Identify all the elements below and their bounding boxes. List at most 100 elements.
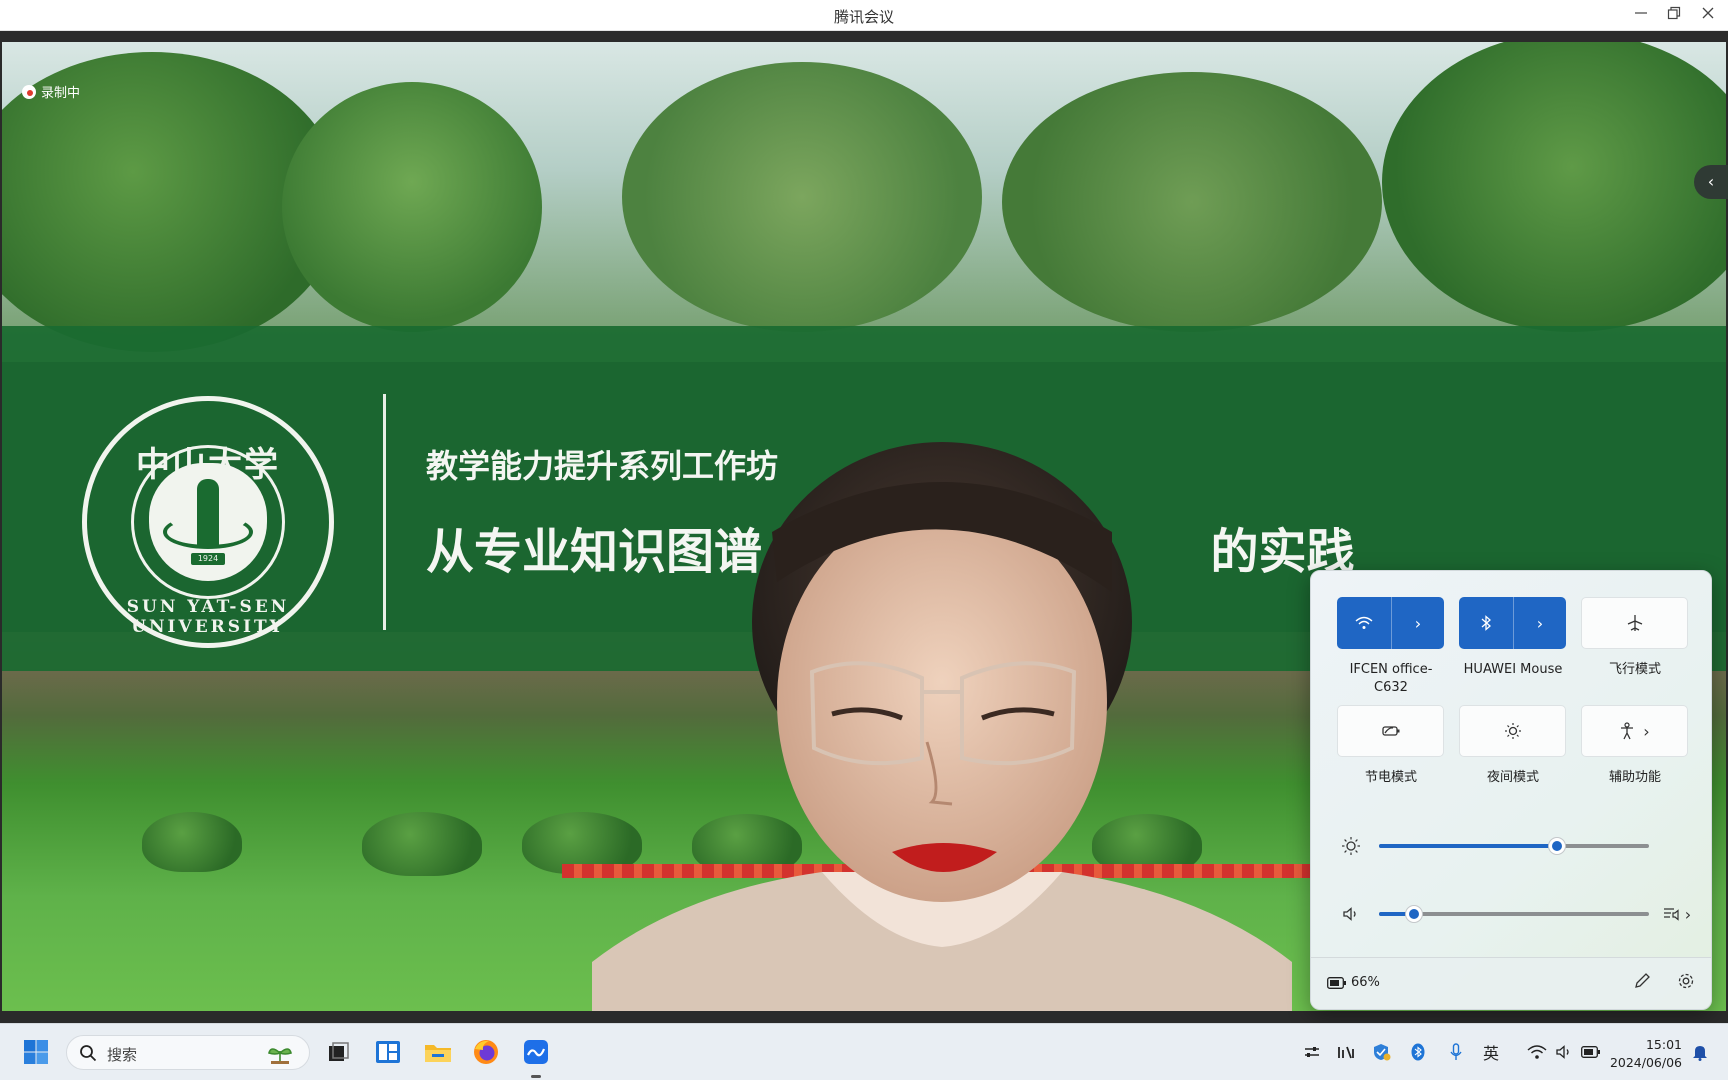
slide-divider [383,394,386,630]
quick-settings-footer: 66% [1311,957,1711,1009]
speaker-icon [1556,1045,1569,1059]
window-title: 腾讯会议 [833,8,894,26]
accessibility-label: 辅助功能 [1608,770,1661,785]
minimize-button[interactable] [1627,4,1655,26]
volume-slider[interactable] [1379,905,1649,923]
presenter-video [592,442,1292,1011]
tray-overflow-button[interactable] [1300,1040,1324,1064]
wifi-label-line2: C632 [1374,680,1408,695]
file-explorer-button[interactable] [420,1034,456,1070]
bluetooth-toggle-button[interactable] [1459,597,1512,649]
toggle-side-panel-button[interactable]: ‹ [1694,165,1728,199]
night-light-label: 夜间模式 [1486,770,1539,785]
all-settings-button[interactable] [1677,972,1701,996]
night-light-icon [1504,723,1521,739]
brightness-slider[interactable] [1379,837,1649,855]
wifi-tile: › [1337,597,1444,649]
widgets-button[interactable] [370,1034,406,1070]
audio-output-select-button[interactable]: › [1659,902,1695,926]
clock-time: 15:01 [1645,1037,1682,1052]
restore-button[interactable] [1660,4,1688,26]
start-button[interactable] [18,1034,54,1070]
bluetooth-icon [1411,1043,1425,1061]
wifi-icon [1527,1045,1547,1059]
battery-saver-icon [1381,726,1399,736]
accessibility-tile[interactable]: › [1581,705,1688,757]
window-title-bar: 腾讯会议 [0,0,1728,31]
bush [362,812,482,876]
tree-canopy [282,82,542,332]
search-highlight-icon [268,1048,292,1064]
speaker-icon [1339,902,1363,926]
recording-icon [22,84,36,99]
stage-top-strip [0,31,1728,42]
volume-slider-thumb[interactable] [1405,905,1423,923]
microphone-tray-button[interactable] [1446,1040,1466,1064]
wifi-expand-button[interactable]: › [1391,597,1444,649]
gear-icon [1678,973,1694,989]
brightness-slider-thumb[interactable] [1548,837,1566,855]
battery-icon [1327,977,1346,989]
folder-icon [425,1045,451,1062]
input-method-button[interactable]: 英 [1478,1040,1504,1064]
brightness-slider-fill [1379,844,1557,848]
tencent-meeting-icon [524,1040,548,1064]
recording-indicator[interactable]: 录制中 [22,82,80,101]
quick-settings-panel: › IFCEN office- C632 › HUAWEI Mouse 飞行模式 [1310,570,1712,1010]
wifi-tile-label: IFCEN office- C632 [1331,661,1451,697]
chevron-right-icon: › [1643,721,1650,741]
bluetooth-tile-label: HUAWEI Mouse [1463,662,1563,677]
battery-percentage: 66% [1351,975,1380,990]
seal-text-ring: SUN YAT-SEN UNIVERSITY [126,597,290,637]
taskbar-search-box[interactable]: 搜索 [66,1035,310,1070]
clock-date: 2024/06/06 [1609,1055,1682,1070]
task-view-button[interactable] [320,1034,356,1070]
chevron-right-icon: › [1414,613,1422,633]
notifications-button[interactable] [1688,1040,1712,1064]
brightness-icon [1339,834,1363,858]
taskbar: 搜索 英 15:01 2024/06/06 [0,1023,1728,1080]
active-app-indicator [531,1075,541,1078]
minimize-icon [1635,12,1647,14]
tencent-meeting-button[interactable] [518,1034,554,1070]
screen: 腾讯会议 1924 SUN YAT-SEN UNIVERSITY 教学能力提升系… [0,0,1728,1080]
restore-icon [1667,6,1681,20]
bush [142,812,242,872]
wifi-icon [1355,616,1372,629]
bluetooth-tray-button[interactable] [1408,1040,1428,1064]
widgets-icon [376,1041,400,1063]
pencil-icon [1635,973,1650,988]
edit-quick-settings-button[interactable] [1633,972,1657,996]
seal-year: 1924 [191,553,225,565]
close-button[interactable] [1694,4,1722,26]
windows-start-icon [24,1040,48,1064]
tree-canopy [1002,72,1382,332]
airplane-icon [1627,615,1642,631]
bluetooth-tile: › [1459,597,1566,649]
task-view-icon [329,1042,349,1061]
audio-output-icon [1663,908,1679,921]
bluetooth-expand-button[interactable]: › [1513,597,1566,649]
bluetooth-icon [1481,615,1491,631]
chevron-right-icon: › [1684,904,1692,924]
security-tray-button[interactable] [1370,1040,1394,1064]
firefox-button[interactable] [468,1034,504,1070]
search-icon [80,1045,97,1062]
tray-app-button[interactable] [1334,1040,1358,1064]
wifi-toggle-button[interactable] [1337,597,1390,649]
airplane-mode-tile[interactable] [1581,597,1688,649]
battery-saver-label: 节电模式 [1364,770,1417,785]
sliders-icon [1305,1047,1319,1057]
network-volume-battery-button[interactable] [1516,1040,1612,1064]
night-light-tile[interactable] [1459,705,1566,757]
battery-icon [1581,1046,1600,1058]
shield-icon [1374,1044,1391,1061]
microphone-icon [1450,1043,1462,1060]
chevron-left-icon: ‹ [1707,172,1715,191]
wifi-label-line1: IFCEN office- [1349,662,1433,677]
bell-icon [1693,1046,1707,1061]
taskbar-clock[interactable]: 15:01 2024/06/06 [1606,1036,1682,1072]
battery-saver-tile[interactable] [1337,705,1444,757]
bar-chart-icon [1338,1046,1354,1059]
accessibility-icon [1621,722,1634,740]
